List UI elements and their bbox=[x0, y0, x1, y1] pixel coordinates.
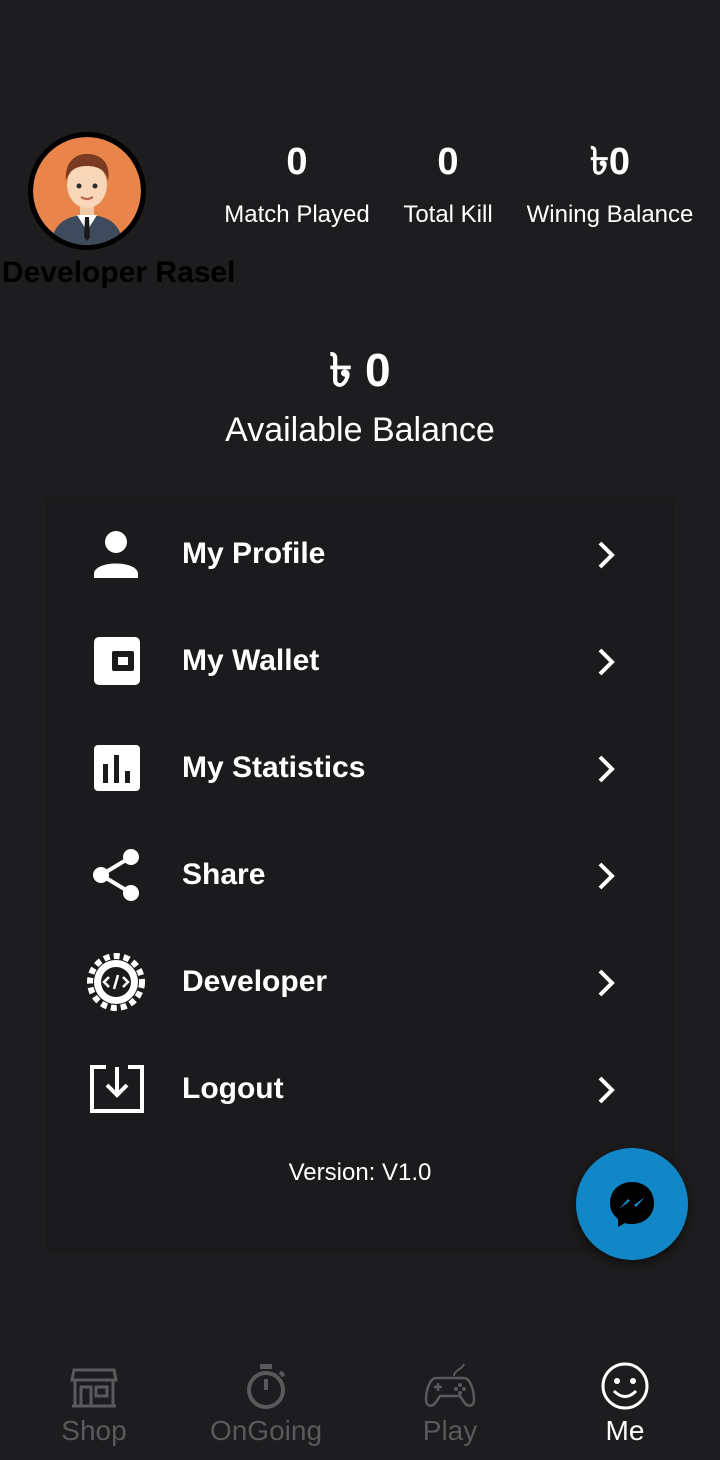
developer-gear-icon bbox=[86, 952, 146, 1012]
menu-item-label: Logout bbox=[182, 1072, 284, 1105]
bottom-nav: Shop OnGoing Play Me bbox=[0, 1340, 720, 1460]
nav-label: OnGoing bbox=[209, 1415, 323, 1446]
menu-item-label: My Profile bbox=[182, 537, 326, 570]
menu-item-label: My Statistics bbox=[182, 751, 366, 784]
nav-shop[interactable]: Shop bbox=[4, 1340, 184, 1460]
nav-ongoing[interactable]: OnGoing bbox=[176, 1340, 356, 1460]
stat-match-played: 0 Match Played bbox=[220, 140, 374, 230]
stat-wining-balance: ৳0 Wining Balance bbox=[522, 140, 698, 230]
smiley-icon bbox=[599, 1360, 651, 1412]
user-avatar-icon bbox=[33, 137, 141, 245]
stat-value: 0 bbox=[437, 141, 459, 183]
nav-label: Me bbox=[605, 1415, 645, 1446]
chevron-right-icon bbox=[598, 1076, 615, 1104]
nav-label: Play bbox=[422, 1415, 478, 1446]
nav-me[interactable]: Me bbox=[535, 1340, 715, 1460]
chevron-right-icon bbox=[598, 648, 615, 676]
stat-total-kill: 0 Total Kill bbox=[396, 140, 500, 230]
messenger-chat-button[interactable] bbox=[576, 1148, 688, 1260]
balance-amount: ৳ 0 bbox=[329, 344, 391, 396]
stopwatch-icon bbox=[240, 1360, 292, 1412]
menu-item-logout[interactable]: Logout bbox=[48, 1039, 672, 1139]
gamepad-icon bbox=[424, 1360, 476, 1412]
menu-card: My Profile My Wallet My Statistics Share bbox=[48, 498, 672, 1250]
share-icon bbox=[86, 845, 146, 905]
menu-item-label: Share bbox=[182, 858, 266, 891]
menu-item-share[interactable]: Share bbox=[48, 825, 672, 925]
balance-label: Available Balance bbox=[225, 411, 495, 449]
bar-chart-icon bbox=[86, 738, 146, 798]
person-icon bbox=[86, 524, 146, 584]
logout-icon bbox=[86, 1059, 146, 1119]
menu-item-my-profile[interactable]: My Profile bbox=[48, 504, 672, 604]
shop-icon bbox=[68, 1360, 120, 1412]
chevron-right-icon bbox=[598, 969, 615, 997]
version-text: Version: V1.0 bbox=[288, 1159, 432, 1186]
chevron-right-icon bbox=[598, 862, 615, 890]
menu-item-label: Developer bbox=[182, 965, 328, 998]
messenger-icon bbox=[610, 1182, 654, 1227]
stat-label: Match Played bbox=[224, 201, 370, 228]
menu-item-my-statistics[interactable]: My Statistics bbox=[48, 718, 672, 818]
stat-value: ৳0 bbox=[589, 141, 631, 183]
stat-value: 0 bbox=[286, 141, 308, 183]
nav-label: Shop bbox=[61, 1415, 127, 1446]
chevron-right-icon bbox=[598, 755, 615, 783]
nav-play[interactable]: Play bbox=[360, 1340, 540, 1460]
stat-label: Total Kill bbox=[403, 201, 493, 228]
wallet-icon bbox=[86, 631, 146, 691]
user-name: Developer Rasel bbox=[2, 256, 236, 289]
stat-label: Wining Balance bbox=[526, 201, 694, 228]
chevron-right-icon bbox=[598, 541, 615, 569]
menu-item-my-wallet[interactable]: My Wallet bbox=[48, 611, 672, 711]
available-balance: ৳ 0 Available Balance bbox=[0, 342, 720, 450]
menu-item-label: My Wallet bbox=[182, 644, 320, 677]
avatar[interactable] bbox=[28, 132, 146, 250]
menu-item-developer[interactable]: Developer bbox=[48, 932, 672, 1032]
